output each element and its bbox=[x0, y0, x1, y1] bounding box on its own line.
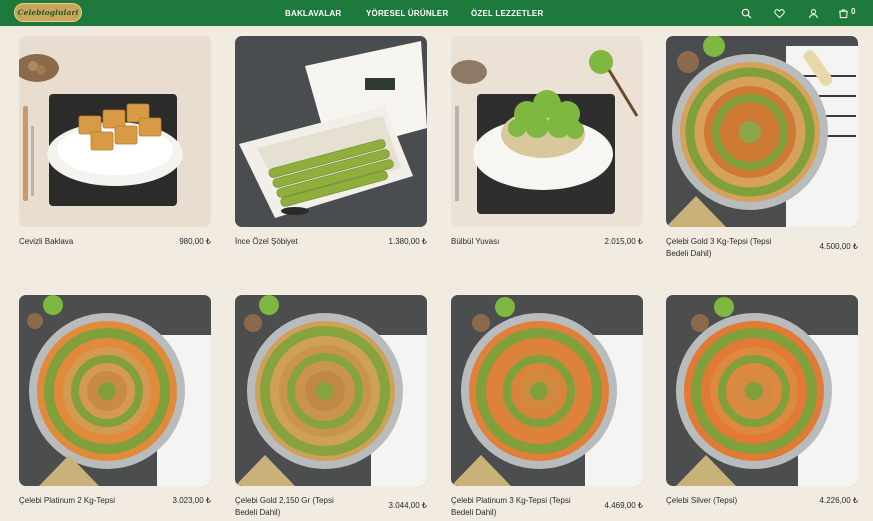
product-name[interactable]: Çelebi Platinum 3 Kg-Tepsi (Tepsi Bedeli… bbox=[451, 495, 573, 519]
product-card[interactable]: İnce Özel Şöbiyet 1.380,00 ₺ bbox=[235, 36, 427, 266]
product-price: 4.500,00 ₺ bbox=[819, 242, 858, 251]
product-image[interactable] bbox=[235, 36, 427, 227]
product-card[interactable]: Çelebi Gold 3 Kg-Tepsi (Tepsi Bedeli Dah… bbox=[666, 36, 858, 266]
product-card[interactable]: Cevizli Baklava 980,00 ₺ bbox=[19, 36, 211, 266]
product-price: 1.380,00 ₺ bbox=[388, 237, 427, 246]
product-name[interactable]: Bülbül Yuvası bbox=[451, 236, 573, 248]
product-name[interactable]: Çelebi Platinum 2 Kg-Tepsi bbox=[19, 495, 141, 507]
product-price: 2.015,00 ₺ bbox=[604, 237, 643, 246]
product-price: 980,00 ₺ bbox=[179, 237, 211, 246]
product-name[interactable]: İnce Özel Şöbiyet bbox=[235, 236, 357, 248]
nav-baklavalar[interactable]: BAKLAVALAR bbox=[285, 9, 341, 18]
nav-ozel-lezzetler[interactable]: ÖZEL LEZZETLER bbox=[471, 9, 543, 18]
brand-logo[interactable]: Celebioglulari bbox=[14, 3, 82, 22]
product-image[interactable] bbox=[451, 36, 643, 227]
product-price: 4.226,00 ₺ bbox=[819, 496, 858, 505]
product-card[interactable]: Çelebi Platinum 2 Kg-Tepsi 3.023,00 ₺ bbox=[19, 295, 211, 521]
user-icon[interactable] bbox=[806, 6, 820, 20]
search-icon[interactable] bbox=[739, 6, 753, 20]
product-image[interactable] bbox=[19, 295, 211, 486]
product-image[interactable] bbox=[19, 36, 211, 227]
product-card[interactable]: Çelebi Silver (Tepsi) 4.226,00 ₺ bbox=[666, 295, 858, 521]
nav-yoresel-urunler[interactable]: YÖRESEL ÜRÜNLER bbox=[366, 9, 448, 18]
product-name[interactable]: Çelebi Gold 2,150 Gr (Tepsi Bedeli Dahil… bbox=[235, 495, 357, 519]
product-price: 3.044,00 ₺ bbox=[388, 501, 427, 510]
product-card[interactable]: Bülbül Yuvası 2.015,00 ₺ bbox=[451, 36, 643, 266]
product-price: 3.023,00 ₺ bbox=[172, 496, 211, 505]
product-image[interactable] bbox=[666, 36, 858, 227]
product-price: 4.469,00 ₺ bbox=[604, 501, 643, 510]
heart-icon[interactable] bbox=[772, 6, 786, 20]
cart-icon[interactable] bbox=[836, 6, 850, 20]
product-image[interactable] bbox=[666, 295, 858, 486]
product-card[interactable]: Çelebi Gold 2,150 Gr (Tepsi Bedeli Dahil… bbox=[235, 295, 427, 521]
product-name[interactable]: Çelebi Gold 3 Kg-Tepsi (Tepsi Bedeli Dah… bbox=[666, 236, 788, 260]
product-card[interactable]: Çelebi Platinum 3 Kg-Tepsi (Tepsi Bedeli… bbox=[451, 295, 643, 521]
product-image[interactable] bbox=[235, 295, 427, 486]
cart-count-badge: 0 bbox=[851, 7, 856, 16]
product-name[interactable]: Cevizli Baklava bbox=[19, 236, 141, 248]
product-name[interactable]: Çelebi Silver (Tepsi) bbox=[666, 495, 788, 507]
top-nav-bar: Celebioglulari BAKLAVALAR YÖRESEL ÜRÜNLE… bbox=[0, 0, 873, 26]
product-image[interactable] bbox=[451, 295, 643, 486]
logo-text: Celebioglulari bbox=[17, 8, 79, 17]
